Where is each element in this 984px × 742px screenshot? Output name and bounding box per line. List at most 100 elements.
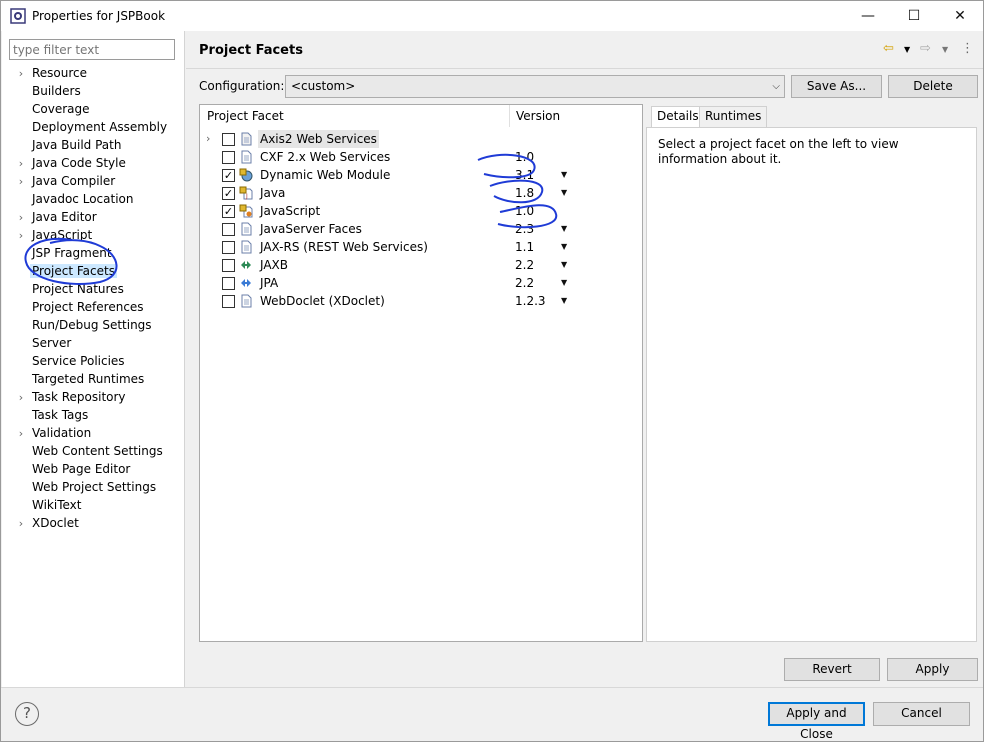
cancel-button[interactable]: Cancel [873,702,970,726]
maximize-button[interactable]: ☐ [891,1,937,31]
column-header-version[interactable]: Version [516,105,560,127]
facet-checkbox[interactable] [222,223,235,236]
revert-button[interactable]: Revert [784,658,880,681]
chevron-right-icon[interactable]: › [12,173,30,191]
save-as-button[interactable]: Save As... [791,75,882,98]
minimize-button[interactable]: — [845,1,891,31]
facet-checkbox[interactable]: ✓ [222,169,235,182]
chevron-right-icon[interactable]: › [12,65,30,83]
tree-item[interactable]: JSP Fragment [12,244,114,262]
version-dropdown-arrow-icon[interactable]: ▼ [561,184,567,202]
back-menu-chevron-icon[interactable]: ▼ [904,45,910,54]
facet-version[interactable]: 1.0 [515,202,534,220]
tree-item[interactable]: Server [12,334,73,352]
configuration-select[interactable]: <custom> ⌵ [285,75,785,98]
facet-version[interactable]: 1.0 [515,148,534,166]
facet-checkbox[interactable] [222,295,235,308]
tree-item[interactable]: Coverage [12,100,92,118]
facet-row[interactable]: JAXB 2.2 ▼ [200,256,642,274]
tree-item[interactable]: › Java Code Style [12,154,128,172]
tree-item-label: Java Build Path [32,138,122,152]
facet-checkbox[interactable]: ✓ [222,205,235,218]
tree-item[interactable]: Builders [12,82,83,100]
tree-item[interactable]: › Resource [12,64,89,82]
tree-item-label: Web Content Settings [32,444,163,458]
facet-checkbox[interactable]: ✓ [222,187,235,200]
version-dropdown-arrow-icon[interactable]: ▼ [561,166,567,184]
chevron-right-icon[interactable]: › [12,155,30,173]
forward-menu-chevron-icon[interactable]: ▼ [942,45,948,54]
chevron-down-icon: ⌵ [772,81,780,92]
facet-checkbox[interactable] [222,151,235,164]
apply-and-close-button[interactable]: Apply and Close [768,702,865,741]
facet-version[interactable]: 1.2.3 [515,292,546,310]
apply-button[interactable]: Apply [887,658,978,681]
tree-item[interactable]: Java Build Path [12,136,123,154]
facet-row[interactable]: WebDoclet (XDoclet) 1.2.3 ▼ [200,292,642,310]
facet-version[interactable]: 1.8 [515,184,534,202]
facet-checkbox[interactable] [222,277,235,290]
tree-item[interactable]: Run/Debug Settings [12,316,154,334]
facet-version[interactable]: 1.1 [515,238,534,256]
facet-checkbox[interactable] [222,133,235,146]
facet-checkbox[interactable] [222,259,235,272]
version-dropdown-arrow-icon[interactable]: ▼ [561,292,567,310]
tree-item[interactable]: › Validation [12,424,93,442]
tree-item-label: Validation [32,426,92,440]
facet-row[interactable]: JavaServer Faces 2.3 ▼ [200,220,642,238]
version-dropdown-arrow-icon[interactable]: ▼ [561,274,567,292]
tree-item[interactable]: Targeted Runtimes [12,370,146,388]
help-icon[interactable]: ? [15,702,39,726]
tree-item[interactable]: Web Project Settings [12,478,158,496]
tree-item[interactable]: Project Facets [12,262,117,280]
version-dropdown-arrow-icon[interactable]: ▼ [561,220,567,238]
tree-item[interactable]: › Java Editor [12,208,99,226]
facet-version[interactable]: 3.1 [515,166,534,184]
tree-item[interactable]: › Task Repository [12,388,128,406]
filter-input[interactable] [9,39,175,60]
delete-button[interactable]: Delete [888,75,978,98]
facet-row[interactable]: ✓ J Java 1.8 ▼ [200,184,642,202]
facet-row[interactable]: CXF 2.x Web Services 1.0 [200,148,642,166]
chevron-right-icon[interactable]: › [12,227,30,245]
facet-checkbox[interactable] [222,241,235,254]
tree-item[interactable]: › Java Compiler [12,172,117,190]
chevron-right-icon[interactable]: › [12,209,30,227]
tree-item-label: Builders [32,84,81,98]
tree-item[interactable]: Web Content Settings [12,442,165,460]
tree-item[interactable]: Project References [12,298,146,316]
details-panel: Select a project facet on the left to vi… [646,127,977,642]
tree-item-label: Web Project Settings [32,480,157,494]
tree-item[interactable]: Service Policies [12,352,127,370]
facet-row[interactable]: ✓ Dynamic Web Module 3.1 ▼ [200,166,642,184]
chevron-right-icon[interactable]: › [12,389,30,407]
facet-version[interactable]: 2.2 [515,274,534,292]
tab-details[interactable]: Details [651,106,705,128]
chevron-right-icon[interactable]: › [12,515,30,533]
chevron-right-icon[interactable]: › [12,425,30,443]
view-menu-icon[interactable]: ⋮ [961,41,974,56]
tree-item[interactable]: Project Natures [12,280,126,298]
version-dropdown-arrow-icon[interactable]: ▼ [561,256,567,274]
version-dropdown-arrow-icon[interactable]: ▼ [561,238,567,256]
tree-item[interactable]: Deployment Assembly [12,118,169,136]
facet-row[interactable]: › Axis2 Web Services [200,130,642,148]
facet-version[interactable]: 2.3 [515,220,534,238]
facet-row[interactable]: JAX-RS (REST Web Services) 1.1 ▼ [200,238,642,256]
facet-version[interactable]: 2.2 [515,256,534,274]
tree-item[interactable]: › XDoclet [12,514,81,532]
tree-item[interactable]: Task Tags [12,406,90,424]
tree-item[interactable]: WikiText [12,496,84,514]
column-header-facet[interactable]: Project Facet [207,105,284,127]
tree-item[interactable]: › JavaScript [12,226,94,244]
tree-item[interactable]: Web Page Editor [12,460,132,478]
page-icon [239,222,253,236]
tree-item[interactable]: Javadoc Location [12,190,135,208]
chevron-right-icon[interactable]: › [206,130,210,148]
close-window-button[interactable]: ✕ [937,1,983,31]
tab-runtimes[interactable]: Runtimes [699,106,768,127]
back-arrow-icon[interactable]: ⇦ [883,41,894,56]
facet-row[interactable]: JPA 2.2 ▼ [200,274,642,292]
facet-row[interactable]: ✓ JavaScript 1.0 [200,202,642,220]
forward-arrow-icon[interactable]: ⇨ [920,41,931,56]
